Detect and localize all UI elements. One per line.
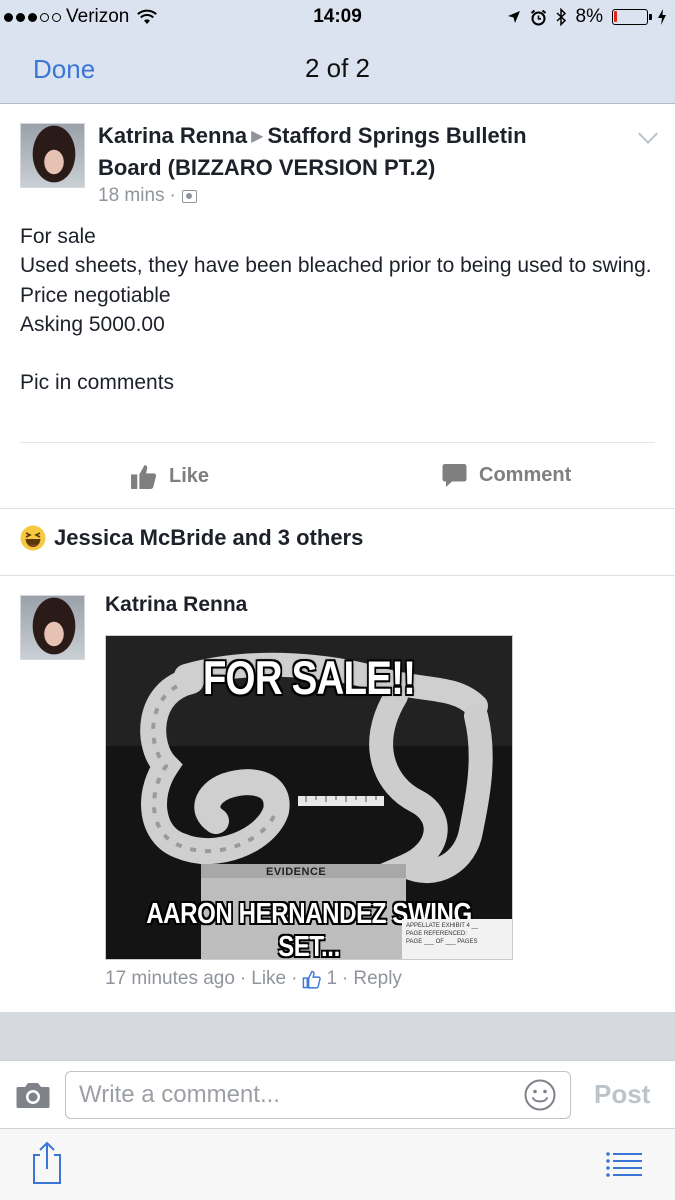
post-comment-button[interactable]: Post (594, 1079, 650, 1110)
post-body-line: Price negotiable (20, 283, 171, 307)
comment-author-avatar[interactable] (20, 595, 85, 660)
divider (20, 442, 655, 443)
like-button[interactable]: Like (130, 463, 209, 490)
post-meta: 18 mins · (98, 185, 197, 207)
comment-label: Comment (479, 464, 572, 486)
post-body-line (20, 339, 660, 368)
thumbs-up-icon (131, 465, 157, 489)
comment-bubble-icon (442, 464, 467, 487)
comment-meta: 17 minutes ago · Like · 1 · Reply (105, 968, 402, 990)
post-body: For sale Used sheets, they have been ble… (20, 222, 660, 397)
post-timestamp[interactable]: 18 mins (98, 185, 165, 207)
sticker-line: PAGE REFERENCED: (406, 931, 467, 937)
meta-separator: · (342, 968, 349, 989)
divider (0, 575, 675, 576)
post-author-link[interactable]: Katrina Renna (98, 123, 247, 148)
charging-bolt-icon (658, 9, 666, 25)
photo-evidence-label: EVIDENCE (266, 866, 327, 878)
status-right: 8% (507, 6, 667, 28)
bluetooth-icon (556, 8, 566, 26)
like-label: Like (169, 465, 210, 487)
emoji-smiley-icon[interactable] (524, 1079, 556, 1111)
chevron-down-icon[interactable] (638, 124, 658, 144)
post-body-line: Asking 5000.00 (20, 312, 165, 336)
alarm-icon (530, 9, 546, 25)
bottom-toolbar (0, 1128, 675, 1200)
comment-like-link[interactable]: Like (251, 968, 286, 990)
reactions-summary[interactable]: Jessica McBride and 3 others (20, 525, 363, 551)
divider (0, 508, 675, 509)
meta-separator: · (239, 968, 247, 989)
location-arrow-icon (507, 11, 520, 23)
comment-button[interactable]: Comment (442, 463, 571, 488)
meta-separator: · (169, 185, 176, 206)
comment-composer: Post (0, 1060, 675, 1128)
author-avatar[interactable] (20, 123, 85, 188)
comments-end-spacer (0, 1012, 675, 1060)
group-arrow-icon: ▶ (251, 128, 264, 145)
sticker-line: PAGE ___ OF ___ PAGES (406, 939, 478, 945)
post-body-line: For sale (20, 225, 96, 248)
like-count-thumb-icon (303, 970, 322, 989)
meta-separator: · (291, 968, 298, 989)
sticker-line: APPELLATE EXHIBIT 4 __ (406, 923, 479, 929)
reactions-text: Jessica McBride and 3 others (54, 525, 364, 550)
group-audience-icon (181, 189, 197, 203)
list-icon[interactable] (606, 1151, 642, 1179)
nav-bar: Done 2 of 2 (0, 36, 675, 104)
comment-like-count[interactable]: 1 (326, 968, 337, 990)
camera-icon[interactable] (16, 1081, 50, 1109)
comment-timestamp: 17 minutes ago (105, 968, 235, 989)
status-bar: Verizon 14:09 8% (0, 0, 675, 36)
comment-input[interactable] (65, 1071, 571, 1119)
post-actions: Like Comment (0, 457, 675, 507)
photo-caption-top: FOR SALE!! (202, 651, 416, 704)
haha-reaction-icon (20, 525, 46, 551)
page-title: 2 of 2 (304, 53, 371, 83)
battery-icon (612, 9, 652, 25)
comment-author-link[interactable]: Katrina Renna (105, 593, 247, 617)
battery-fill (614, 11, 617, 22)
comment-reply-link[interactable]: Reply (353, 968, 402, 990)
exhibit-sticker: APPELLATE EXHIBIT 4 __ PAGE REFERENCED: … (402, 919, 512, 959)
post-body-line: Used sheets, they have been bleached pri… (20, 254, 652, 278)
battery-percent: 8% (575, 6, 603, 27)
post-header: Katrina Renna ▶ Stafford Springs Bulletin … (98, 121, 568, 182)
post-body-line: Pic in comments (20, 371, 175, 395)
comment-photo[interactable]: FOR SALE!! EVIDENCE AARON HERNANDEZ SWIN… (105, 635, 513, 960)
share-icon[interactable] (30, 1141, 64, 1185)
